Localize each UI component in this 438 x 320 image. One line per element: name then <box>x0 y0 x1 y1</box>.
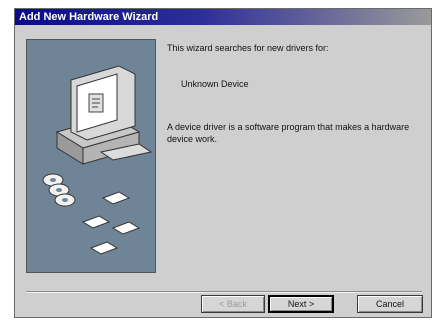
wizard-window: Add New Hardware Wizard This wizard sear… <box>14 8 432 318</box>
window-title: Add New Hardware Wizard <box>19 11 159 23</box>
back-button[interactable]: < Back <box>201 295 265 313</box>
computer-cd-icon <box>42 65 153 255</box>
next-button[interactable]: Next > <box>268 295 334 313</box>
device-name: Unknown Device <box>181 79 249 89</box>
cancel-button[interactable]: Cancel <box>357 295 423 313</box>
separator <box>26 291 422 293</box>
wizard-illustration <box>26 39 156 273</box>
intro-text: This wizard searches for new drivers for… <box>167 43 329 53</box>
description-text: A device driver is a software program th… <box>167 122 410 144</box>
title-bar[interactable]: Add New Hardware Wizard <box>15 9 431 25</box>
